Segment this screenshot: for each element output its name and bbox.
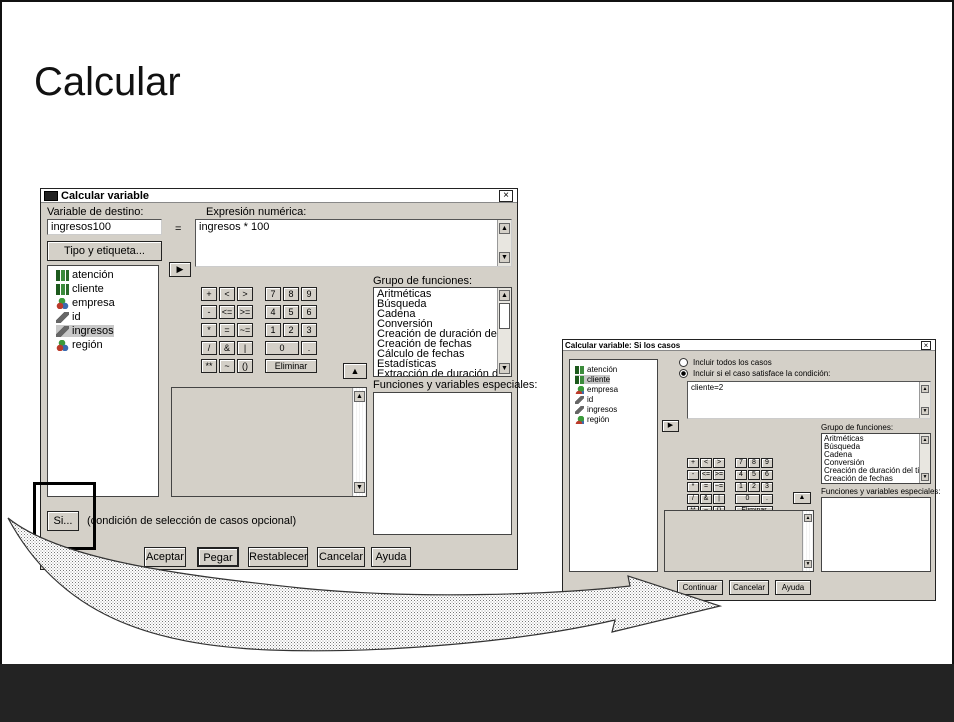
- curved-arrow-body: [7, 517, 723, 652]
- curved-arrow: [7, 517, 723, 652]
- footer-bar: [0, 664, 954, 722]
